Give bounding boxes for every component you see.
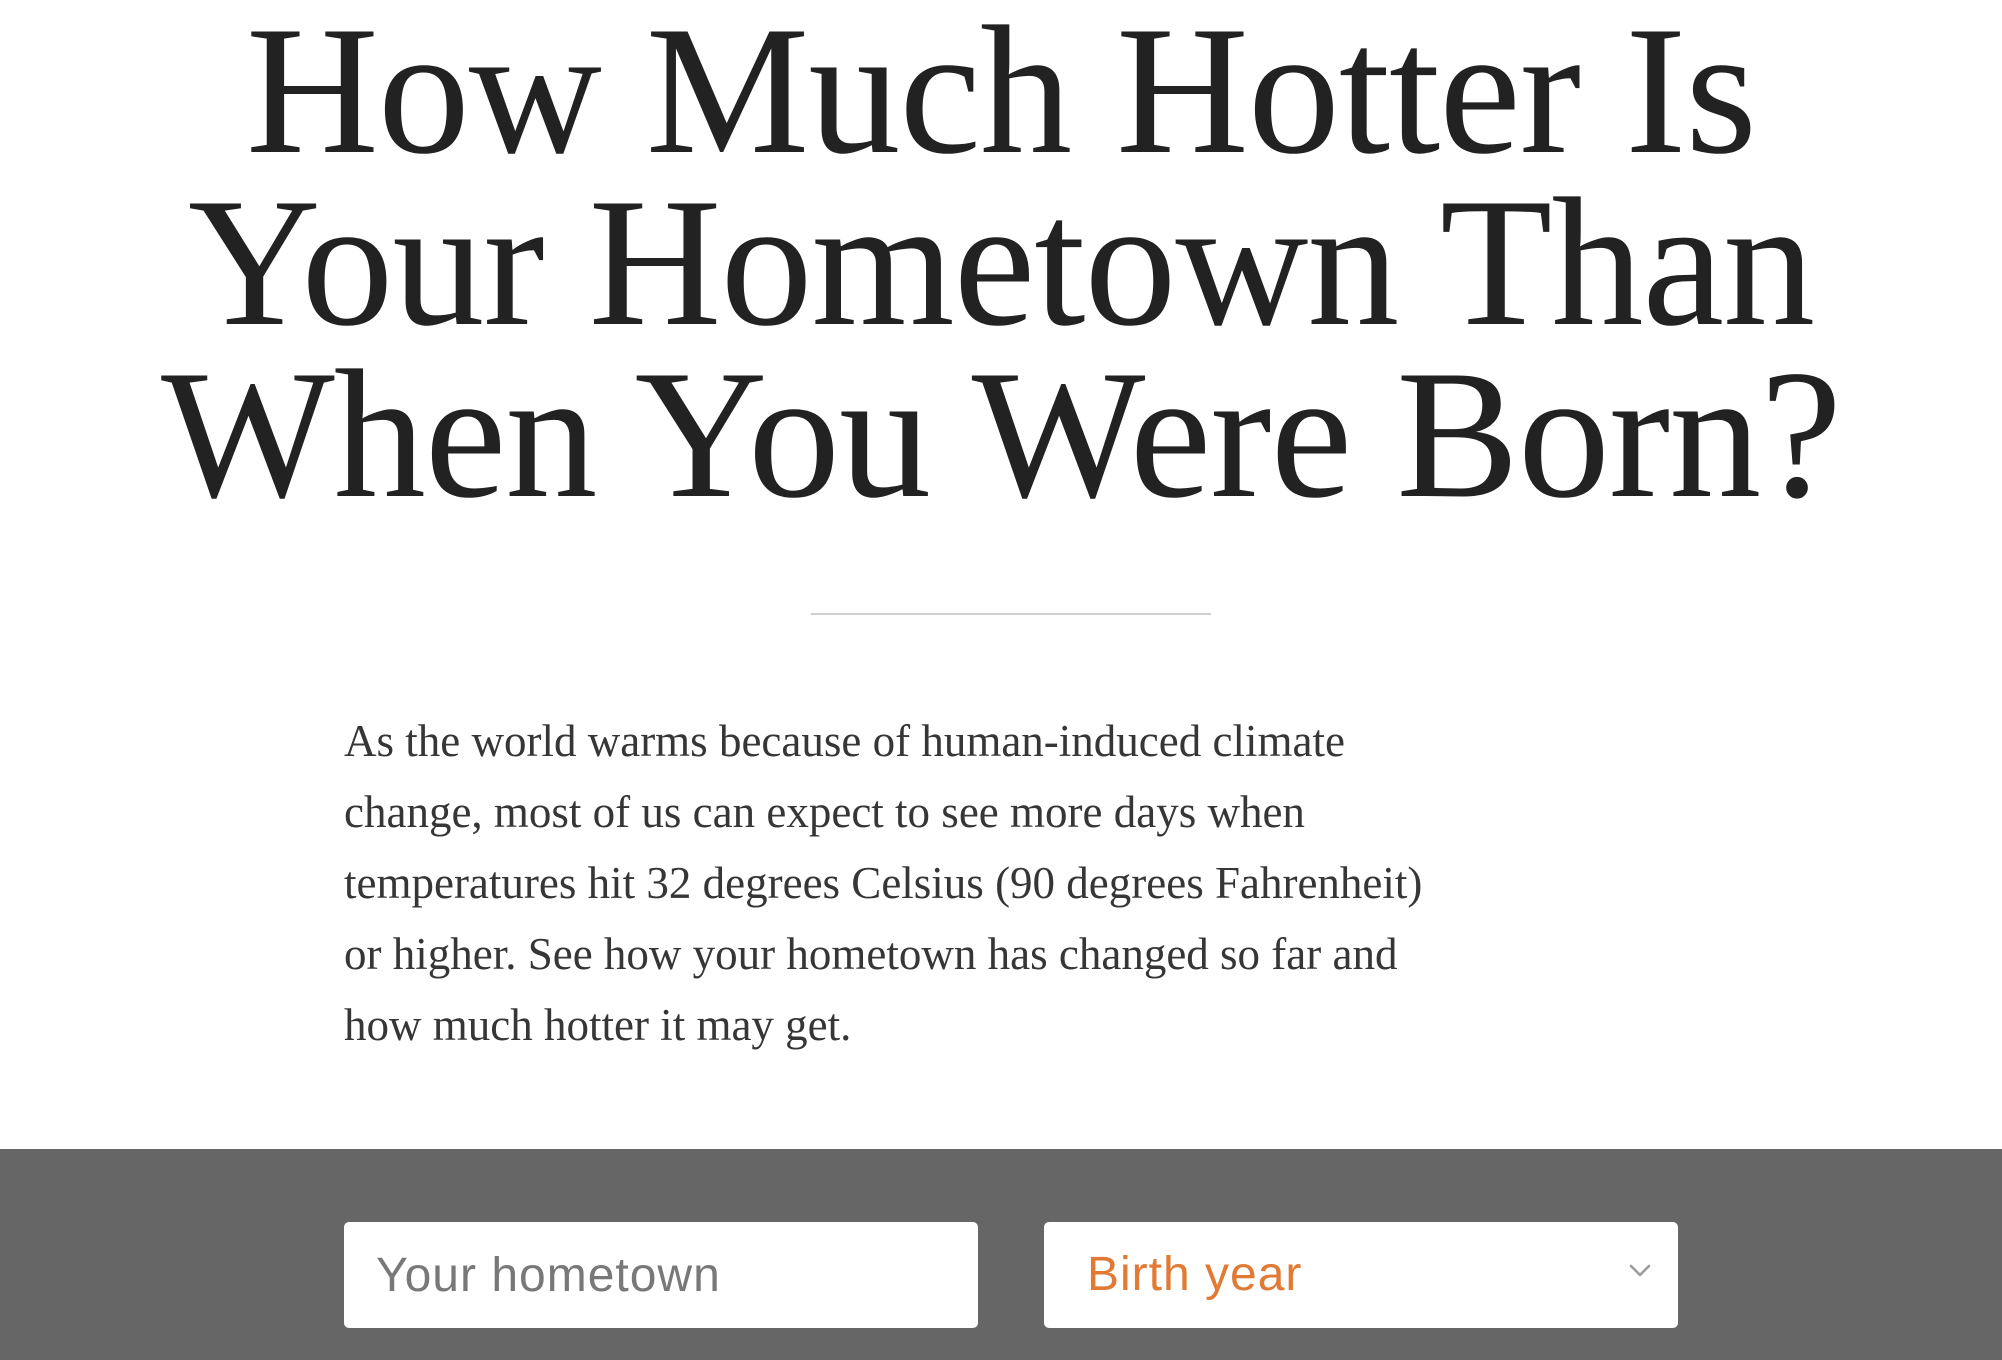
- headline-line-2: Your Hometown Than: [187, 160, 1815, 364]
- intro-line-1: As the world warms because of human-indu…: [344, 716, 1345, 766]
- intro-line-3: temperatures hit 32 degrees Celsius (90 …: [344, 858, 1423, 908]
- intro-paragraph: As the world warms because of human-indu…: [344, 706, 1634, 1061]
- hometown-input[interactable]: [344, 1222, 978, 1328]
- article-page: How Much Hotter Is Your Hometown Than Wh…: [0, 0, 2002, 1360]
- headline-divider: [811, 613, 1211, 615]
- headline-line-1: How Much Hotter Is: [246, 0, 1757, 192]
- birth-year-label: Birth year: [1087, 1248, 1303, 1301]
- headline-line-3: When You Were Born?: [161, 332, 1842, 536]
- chevron-down-icon: [1624, 1254, 1656, 1286]
- birth-year-select[interactable]: Birth year: [1044, 1222, 1678, 1328]
- article-headline: How Much Hotter Is Your Hometown Than Wh…: [0, 0, 2002, 536]
- intro-line-2: change, most of us can expect to see mor…: [344, 787, 1305, 837]
- intro-line-4: or higher. See how your hometown has cha…: [344, 929, 1398, 979]
- hometown-field-container: [344, 1222, 978, 1328]
- intro-line-5: how much hotter it may get.: [344, 1000, 852, 1050]
- search-controls-bar: Birth year: [0, 1149, 2002, 1360]
